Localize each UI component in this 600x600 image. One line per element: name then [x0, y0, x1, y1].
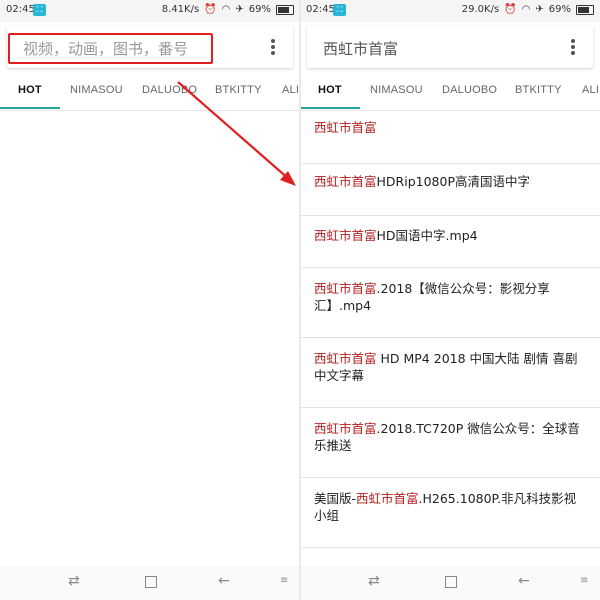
back-icon[interactable]: ←	[218, 573, 230, 589]
result-keyword: 西虹市首富	[314, 281, 377, 296]
result-item[interactable]: 西虹市首富 HD MP4 2018 中国大陆 剧情 喜剧 中文字幕	[300, 338, 600, 408]
result-keyword: 西虹市首富	[314, 174, 377, 189]
tab-btkitty[interactable]: BTKITTY	[515, 84, 562, 96]
app-notification-icon: ⛶	[333, 4, 346, 16]
more-vert-icon[interactable]	[271, 39, 275, 55]
battery-percent: 69%	[248, 4, 271, 15]
airplane-icon: ✈	[235, 4, 244, 15]
status-bar: 02:45 ⛶ 8.41K/s ⏰ ◠ ✈ 69%	[0, 0, 300, 22]
status-time: 02:45	[306, 4, 335, 15]
home-icon[interactable]	[145, 576, 157, 588]
app-notification-icon: ⛶	[33, 4, 46, 16]
recent-apps-icon[interactable]: ⇄	[68, 573, 80, 589]
battery-percent: 69%	[548, 4, 571, 15]
network-speed: 29.0K/s	[461, 4, 500, 15]
menu-icon[interactable]: ≡	[280, 575, 288, 586]
wifi-icon: ◠	[221, 4, 231, 15]
tab-daluobo[interactable]: DALUOBO	[442, 84, 497, 96]
result-keyword: 西虹市首富	[314, 421, 377, 436]
search-bar[interactable]: 西虹市首富	[307, 26, 593, 68]
result-keyword: 西虹市首富	[314, 120, 377, 135]
result-keyword: 西虹市首富	[314, 228, 377, 243]
tab-ali[interactable]: ALI	[582, 84, 599, 96]
result-suffix: HD国语中字.mp4	[376, 228, 478, 243]
wifi-icon: ◠	[521, 4, 531, 15]
status-time: 02:45	[6, 4, 35, 15]
status-indicators: 29.0K/s ⏰ ◠ ✈ 69%	[462, 4, 594, 15]
panel-divider	[299, 0, 301, 600]
tab-daluobo[interactable]: DALUOBO	[142, 84, 197, 96]
result-suffix: HDRip1080P高清国语中字	[376, 174, 530, 189]
status-bar: 02:45 ⛶ 29.0K/s ⏰ ◠ ✈ 69%	[300, 0, 600, 22]
network-speed: 8.41K/s	[161, 4, 200, 15]
tab-nimasou[interactable]: NIMASOU	[70, 84, 123, 96]
tab-ali[interactable]: ALI	[282, 84, 299, 96]
result-prefix: 美国版-	[314, 491, 357, 506]
navigation-bar: ⇄ ← ≡	[300, 566, 600, 600]
result-item[interactable]: 西虹市首富.2018【微信公众号：影视分享汇】.mp4	[300, 268, 600, 338]
result-keyword: 西虹市首富	[314, 351, 377, 366]
battery-icon	[576, 4, 594, 15]
tab-nimasou[interactable]: NIMASOU	[370, 84, 423, 96]
home-icon[interactable]	[445, 576, 457, 588]
annotation-highlight-box	[8, 33, 213, 64]
source-tabs: HOT NIMASOU DALUOBO BTKITTY ALI	[300, 72, 600, 111]
back-icon[interactable]: ←	[518, 573, 530, 589]
navigation-bar: ⇄ ← ≡	[0, 566, 300, 600]
tab-hot[interactable]: HOT	[318, 84, 342, 96]
result-item[interactable]: 西虹市首富	[300, 111, 600, 164]
source-tabs: HOT NIMASOU DALUOBO BTKITTY ALI	[0, 72, 300, 111]
tab-indicator	[300, 107, 360, 109]
battery-icon	[276, 4, 294, 15]
result-list: 西虹市首富 西虹市首富HDRip1080P高清国语中字 西虹市首富HD国语中字.…	[300, 111, 600, 578]
result-item[interactable]: 西虹市首富.2018.TC720P 微信公众号：全球音乐推送	[300, 408, 600, 478]
recent-apps-icon[interactable]: ⇄	[368, 573, 380, 589]
result-item[interactable]: 西虹市首富HD国语中字.mp4	[300, 216, 600, 268]
result-item[interactable]: 西虹市首富HDRip1080P高清国语中字	[300, 164, 600, 216]
tab-hot[interactable]: HOT	[18, 84, 42, 96]
alarm-icon: ⏰	[204, 4, 217, 15]
tab-indicator	[0, 107, 60, 109]
search-input[interactable]: 西虹市首富	[323, 38, 398, 59]
airplane-icon: ✈	[535, 4, 544, 15]
menu-icon[interactable]: ≡	[580, 575, 588, 586]
alarm-icon: ⏰	[504, 4, 517, 15]
right-screenshot: 02:45 ⛶ 29.0K/s ⏰ ◠ ✈ 69% 西虹市首富 HOT NIMA…	[300, 0, 600, 600]
result-item[interactable]: 美国版-西虹市首富.H265.1080P.非凡科技影视小组	[300, 478, 600, 548]
tab-btkitty[interactable]: BTKITTY	[215, 84, 262, 96]
status-indicators: 8.41K/s ⏰ ◠ ✈ 69%	[162, 4, 294, 15]
result-keyword: 西虹市首富	[356, 491, 419, 506]
more-vert-icon[interactable]	[571, 39, 575, 55]
left-screenshot: 02:45 ⛶ 8.41K/s ⏰ ◠ ✈ 69% 视频，动画，图书，番号 HO…	[0, 0, 300, 600]
